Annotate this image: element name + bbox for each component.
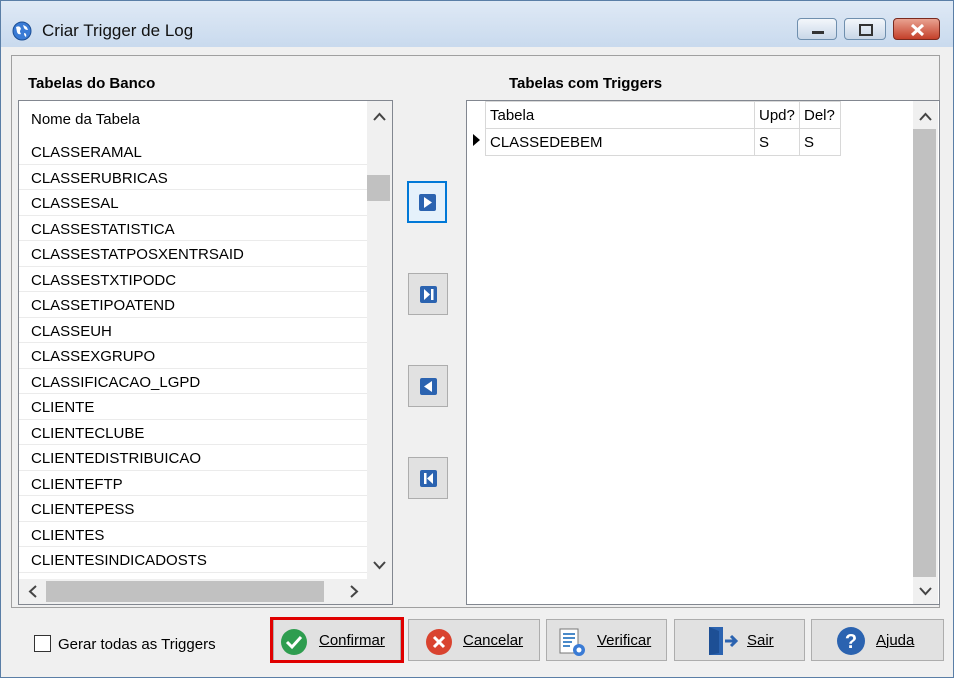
arrow-first-icon <box>420 470 437 487</box>
maximize-button[interactable] <box>844 18 886 40</box>
help-label: Ajuda <box>876 632 915 649</box>
svg-text:?: ? <box>845 631 857 653</box>
current-row-indicator-icon <box>473 134 480 146</box>
move-all-left-button[interactable] <box>408 457 448 499</box>
checkmark-icon <box>281 629 307 655</box>
scroll-left-icon[interactable] <box>21 579 46 604</box>
window-title: Criar Trigger de Log <box>42 21 194 40</box>
scroll-down-icon[interactable] <box>913 579 938 604</box>
row-indicator <box>467 128 486 156</box>
minimize-button[interactable] <box>797 18 837 40</box>
confirm-label: Confirmar <box>319 632 385 649</box>
list-item[interactable]: CLIENTECLUBE <box>19 420 367 445</box>
table-row[interactable]: CLASSEDEBEM S S <box>467 128 841 156</box>
arrow-left-icon <box>420 378 437 395</box>
help-icon: ? <box>837 627 865 655</box>
close-icon <box>910 23 925 37</box>
cancel-icon <box>426 629 452 655</box>
dialog-window: Criar Trigger de Log Tabelas do Banco Ta… <box>0 0 954 678</box>
left-panel-label: Tabelas do Banco <box>28 75 156 92</box>
list-item[interactable]: CLIENTEPESS <box>19 496 367 522</box>
column-header-upd[interactable]: Upd? <box>754 101 800 129</box>
list-item[interactable]: CLASSERAMAL <box>19 139 367 165</box>
list-vertical-scroll-thumb[interactable] <box>367 175 390 201</box>
right-panel-label: Tabelas com Triggers <box>509 75 663 92</box>
list-item[interactable]: CLASSIFICACAO_LGPD <box>19 369 367 394</box>
list-horizontal-scroll-thumb[interactable] <box>46 581 324 602</box>
list-item[interactable]: CLIENTEFTP <box>19 471 367 496</box>
confirm-button[interactable]: Confirmar <box>273 619 401 661</box>
triggers-grid[interactable]: Tabela Upd? Del? CLASSEDEBEM S S <box>466 100 940 605</box>
cell-tabela[interactable]: CLASSEDEBEM <box>485 128 755 156</box>
list-item[interactable]: CLASSETIPOATEND <box>19 292 367 318</box>
cancel-button[interactable]: Cancelar <box>408 619 540 661</box>
exit-door-icon <box>709 627 739 655</box>
scrollbar-corner <box>367 579 392 604</box>
grid-vertical-scrollbar[interactable] <box>913 101 938 604</box>
list-item[interactable]: CLIENTEDISTRIBUICAO <box>19 445 367 471</box>
list-item[interactable]: CLIENTE <box>19 394 367 420</box>
verify-label: Verificar <box>597 632 652 649</box>
exit-label: Sair <box>747 632 774 649</box>
generate-all-triggers-label[interactable]: Gerar todas as Triggers <box>58 636 216 653</box>
list-item[interactable]: CLASSESTXTIPODC <box>19 267 367 292</box>
arrow-right-icon <box>419 194 436 211</box>
triggers-table: Tabela Upd? Del? CLASSEDEBEM S S <box>467 101 841 156</box>
column-header-del[interactable]: Del? <box>799 101 841 129</box>
scroll-up-icon[interactable] <box>367 105 392 130</box>
arrow-last-icon <box>420 286 437 303</box>
exit-button[interactable]: Sair <box>674 619 805 661</box>
database-tables-list[interactable]: Nome da Tabela CLASSERAMAL CLASSERUBRICA… <box>18 100 393 605</box>
move-selected-left-button[interactable] <box>408 365 448 407</box>
scroll-down-icon[interactable] <box>367 553 392 578</box>
list-vertical-scrollbar[interactable] <box>367 101 392 579</box>
maximize-icon <box>859 24 873 36</box>
column-header-tabela[interactable]: Tabela <box>485 101 755 129</box>
list-item[interactable]: CLIENTESINDICADOSTS <box>19 547 367 573</box>
cell-del[interactable]: S <box>799 128 841 156</box>
list-item[interactable]: CLASSESTATISTICA <box>19 216 367 241</box>
document-gear-icon <box>559 628 585 656</box>
list-column-header: Nome da Tabela <box>31 111 140 128</box>
scroll-up-icon[interactable] <box>913 105 938 130</box>
list-item[interactable]: CLASSEXGRUPO <box>19 343 367 369</box>
minimize-icon <box>812 31 824 34</box>
close-button[interactable] <box>893 18 940 40</box>
list-item[interactable]: CLASSESTATPOSXENTRSAID <box>19 241 367 267</box>
list-item[interactable]: CLASSERUBRICAS <box>19 165 367 190</box>
list-horizontal-scrollbar[interactable] <box>19 579 367 604</box>
list-item[interactable]: CLASSESAL <box>19 190 367 216</box>
verify-button[interactable]: Verificar <box>546 619 667 661</box>
globe-icon <box>12 21 32 41</box>
cell-upd[interactable]: S <box>754 128 800 156</box>
cancel-label: Cancelar <box>463 632 524 649</box>
list-item[interactable]: CLIENTES <box>19 522 367 547</box>
title-bar[interactable]: Criar Trigger de Log <box>1 1 953 47</box>
list-item[interactable]: CLASSEUH <box>19 318 367 343</box>
help-button[interactable]: ? Ajuda <box>811 619 944 661</box>
move-selected-right-button[interactable] <box>407 181 447 223</box>
row-indicator-header <box>467 101 486 129</box>
move-all-right-button[interactable] <box>408 273 448 315</box>
generate-all-triggers-checkbox[interactable] <box>34 635 51 652</box>
grid-vertical-scroll-thumb[interactable] <box>913 129 936 577</box>
scroll-right-icon[interactable] <box>341 579 366 604</box>
